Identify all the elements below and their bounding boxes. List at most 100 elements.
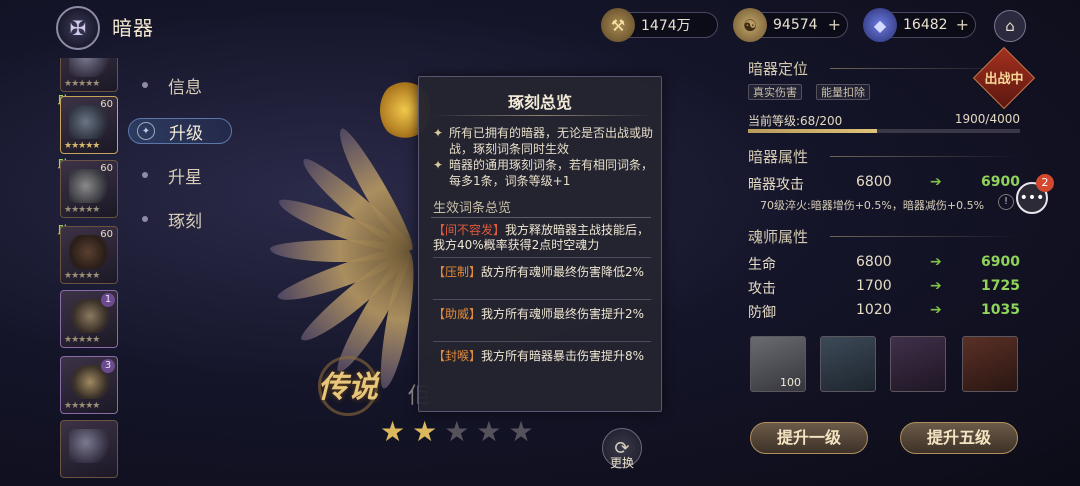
engrave-entry: 【间不容发】我方释放暗器主战技能后，我方40%概率获得2点时空魂力 — [433, 223, 655, 253]
list-item[interactable]: 1 ★★★★★ — [60, 290, 118, 348]
entry-tag: 【助威】 — [433, 307, 482, 321]
list-item[interactable]: ★★★★★ — [60, 58, 118, 92]
info-icon[interactable]: ! — [998, 194, 1014, 210]
popup-bullet: ✦ 暗器的通用琢刻词条，若有相同词条，每多1条，词条等级+1 — [433, 157, 655, 189]
item-stars: ★★★★★ — [64, 141, 100, 151]
divider — [830, 156, 1020, 157]
popup-title: 琢刻总览 — [507, 93, 572, 112]
item-level: 60 — [100, 229, 113, 240]
entry-tag: 【压制】 — [433, 265, 482, 279]
star-filled-icon: ★ — [380, 415, 406, 448]
star-empty-icon: ★ — [508, 415, 534, 448]
level-exp: 1900/4000 — [954, 112, 1020, 126]
currency-gold-value: 1474万 — [641, 18, 691, 34]
divider — [431, 115, 651, 116]
currency-gold: ⚒ 1474万 — [601, 8, 718, 42]
stat-new-value: 1035 — [981, 302, 1020, 318]
current-level: 当前等级:68/200 — [748, 114, 843, 128]
section-title: 生效词条总览 — [433, 201, 512, 216]
entry-tag: 【封喉】 — [433, 349, 482, 363]
item-stars: ★★★★★ — [64, 79, 100, 89]
hidden-weapon-thumbnail — [69, 105, 111, 139]
engrave-entry: 【压制】敌方所有魂师最终伤害降低2% — [433, 265, 655, 280]
upgrade-five-button[interactable]: 提升五级 — [900, 422, 1018, 454]
hidden-weapon-list[interactable]: ★★★★★ 助 60 ★★★★★ 助 60 ★★★★★ 助 60 ★★★★★ 1… — [58, 58, 122, 486]
stat-new-value: 6900 — [981, 254, 1020, 270]
tab-dot — [142, 82, 148, 88]
tab-info[interactable]: 信息 — [128, 72, 232, 98]
crystal-icon: ◆ — [863, 8, 897, 42]
iron-ingot-icon[interactable] — [820, 336, 876, 392]
exp-progress-bar — [748, 129, 1020, 133]
arrow-right-icon: ➔ — [930, 302, 942, 318]
bonus-text: 70级淬火:暗器增伤+0.5%，暗器减伤+0.5% — [760, 199, 985, 212]
stat-old-value: 6800 — [856, 174, 892, 190]
positioning-title: 暗器定位 — [748, 60, 809, 78]
crossed-blades-icon[interactable]: ✠ — [56, 6, 100, 50]
stat-name: 攻击 — [748, 281, 776, 297]
sparkle-icon: ✦ — [433, 158, 444, 172]
stat-old-value: 1020 — [856, 302, 892, 318]
currency-crystal-value: 16482 — [903, 17, 948, 33]
star-empty-icon: ★ — [476, 415, 502, 448]
change-button-label[interactable]: 更换 — [610, 454, 634, 471]
hidden-weapon-thumbnail — [69, 429, 111, 463]
engrave-overview-popup[interactable]: 琢刻总览 ✦ 所有已拥有的暗器，无论是否出战或助战，琢刻词条同时生效 ✦ 暗器的… — [418, 76, 662, 412]
tab-label: 信息 — [168, 77, 202, 98]
tab-label: 升星 — [168, 167, 202, 188]
arrow-right-icon: ➔ — [930, 254, 942, 270]
list-item[interactable]: 60 ★★★★★ — [60, 226, 118, 284]
weapon-attr-title: 暗器属性 — [748, 148, 809, 166]
home-icon[interactable]: ⌂ — [994, 10, 1026, 42]
item-stars: ★★★★★ — [64, 335, 100, 345]
gold-ingot-icon: ⚒ — [601, 8, 635, 42]
tab-star-up[interactable]: 升星 — [128, 162, 232, 188]
currency-spirit-coin-value: 94574 — [773, 17, 818, 33]
divider — [433, 299, 651, 300]
currency-spirit-coin: ☯ 94574 + — [733, 8, 848, 42]
entry-text: 我方所有暗器暴击伤害提升8% — [481, 349, 645, 363]
stat-old-value: 6800 — [856, 254, 892, 270]
tab-label: 琢刻 — [168, 211, 202, 232]
stat-row: 防御 1020 ➔ 1035 — [748, 302, 1020, 322]
deploy-badge-text: 出战中 — [984, 72, 1024, 87]
stat-name: 防御 — [748, 305, 776, 321]
divider — [830, 236, 1020, 237]
page-title: 暗器 — [112, 16, 154, 40]
red-ingot-icon[interactable] — [962, 336, 1018, 392]
tab-dot — [142, 216, 148, 222]
dark-ingot-icon[interactable] — [890, 336, 946, 392]
add-spirit-coin-button[interactable]: + — [828, 15, 841, 34]
tab-label: 升级 — [169, 123, 203, 144]
tab-upgrade[interactable]: ✦ 升级 — [128, 118, 232, 144]
currency-crystal: ◆ 16482 + — [863, 8, 976, 42]
chat-notification-badge: 2 — [1036, 174, 1054, 192]
stat-new-value: 6900 — [981, 174, 1020, 190]
list-item[interactable] — [60, 420, 118, 478]
item-stars: ★★★★★ — [64, 205, 100, 215]
item-stars: ★★★★★ — [64, 271, 100, 281]
entry-tag: 【间不容发】 — [433, 223, 506, 237]
bullet-text: 所有已拥有的暗器，无论是否出战或助战，琢刻词条同时生效 — [449, 126, 654, 156]
arrow-right-icon: ➔ — [930, 174, 942, 190]
add-crystal-button[interactable]: + — [956, 15, 969, 34]
stat-old-value: 1700 — [856, 278, 892, 294]
hidden-weapon-thumbnail — [69, 58, 111, 77]
material-count: 100 — [780, 376, 801, 389]
rarity-label: 传说 — [318, 370, 378, 405]
star-empty-icon: ★ — [444, 415, 470, 448]
silver-ingot-icon[interactable]: 100 — [750, 336, 806, 392]
tab-engrave[interactable]: 琢刻 — [128, 206, 232, 232]
stat-name: 暗器攻击 — [748, 177, 804, 193]
list-item[interactable]: 60 ★★★★★ — [60, 96, 118, 154]
top-bar: ✠ 暗器 ⚒ 1474万 ☯ 94574 + ◆ 16482 + ⌂ — [0, 0, 1080, 52]
divider — [433, 341, 651, 342]
list-item[interactable]: 3 ★★★★★ — [60, 356, 118, 414]
upgrade-one-button[interactable]: 提升一级 — [750, 422, 868, 454]
hidden-weapon-thumbnail — [69, 169, 111, 203]
stat-new-value: 1725 — [981, 278, 1020, 294]
item-stars: ★★★★★ — [64, 401, 100, 411]
list-item[interactable]: 60 ★★★★★ — [60, 160, 118, 218]
role-tag: 能量扣除 — [816, 84, 870, 100]
stat-row: 攻击 1700 ➔ 1725 — [748, 278, 1020, 298]
